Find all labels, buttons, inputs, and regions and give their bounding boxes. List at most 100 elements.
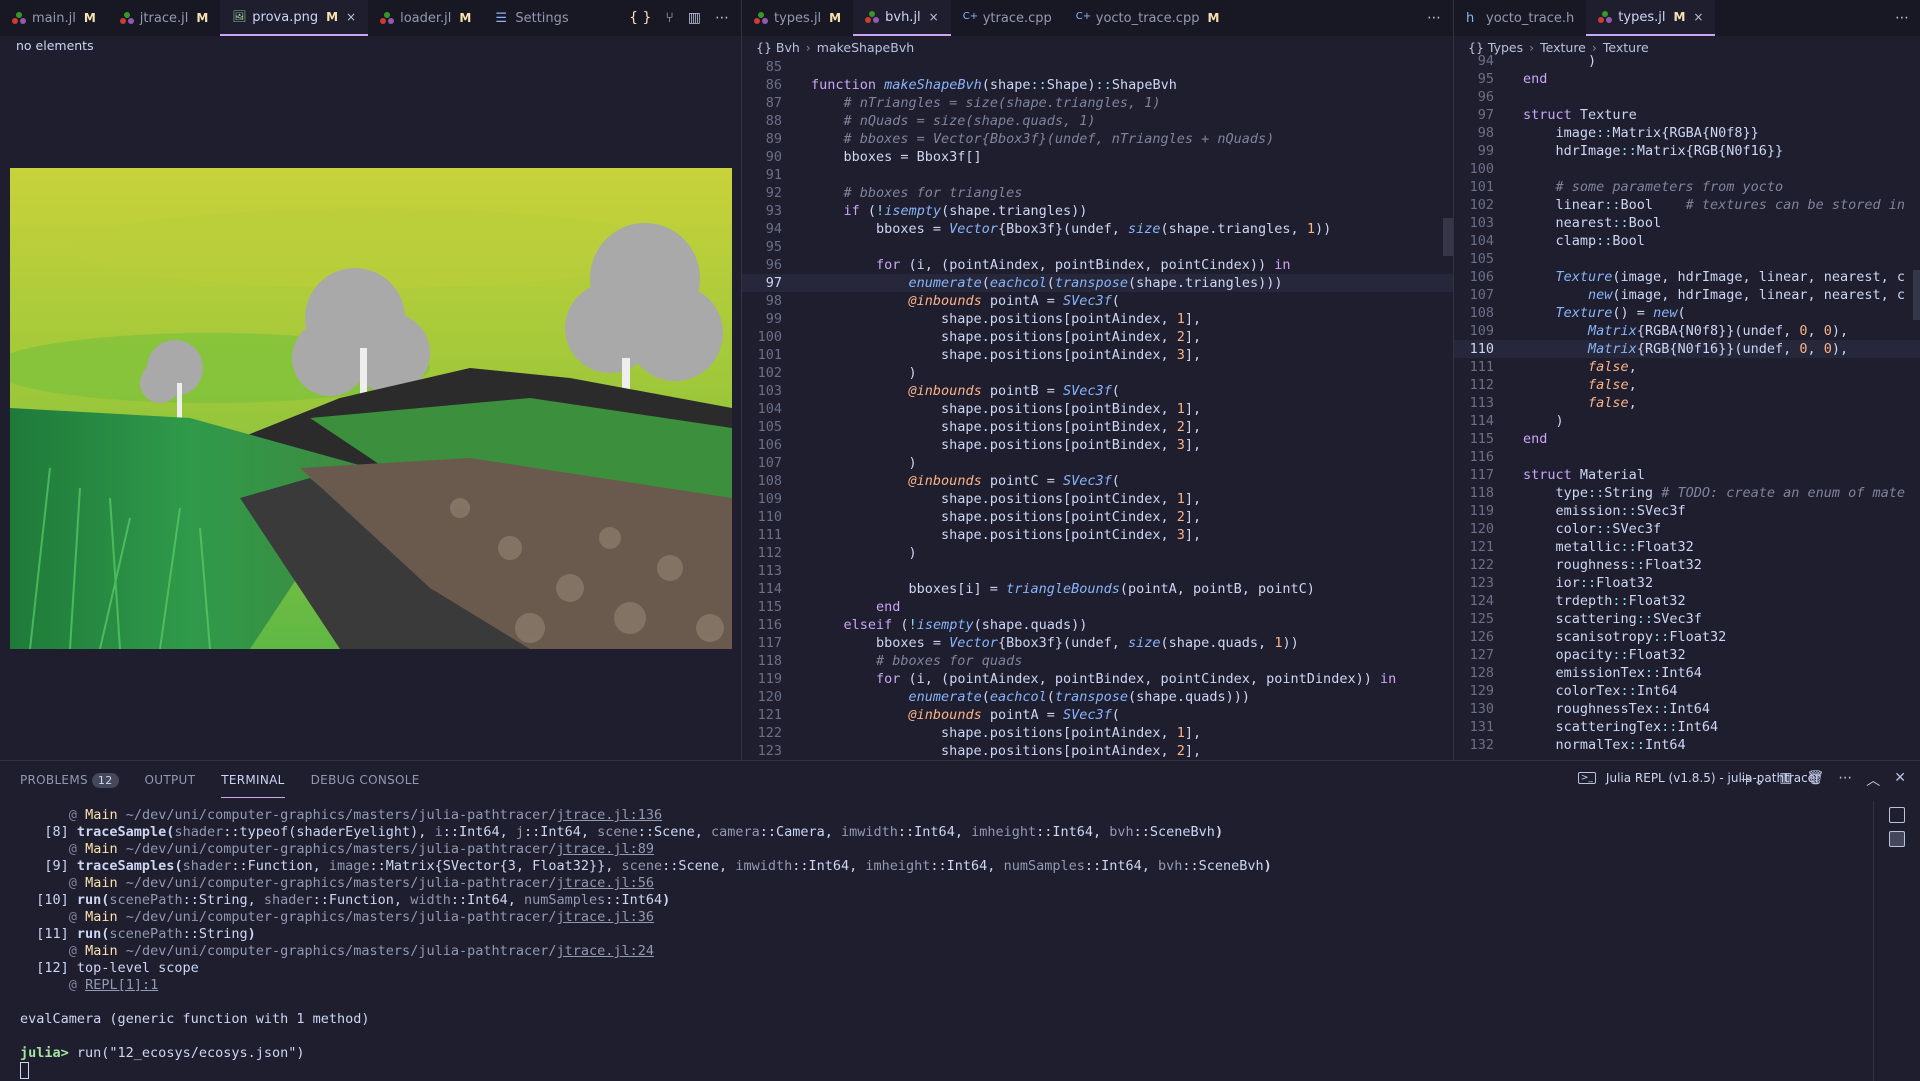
code-line[interactable]: 97 enumerate(eachcol(transpose(shape.tri… [742, 274, 1453, 292]
code-line[interactable]: 98 @inbounds pointA = SVec3f( [742, 292, 1453, 310]
code-line[interactable]: 90 bboxes = Bbox3f[] [742, 148, 1453, 166]
code-line[interactable]: 120 color::SVec3f [1454, 520, 1920, 538]
more-actions-icon[interactable]: ⋯ [1895, 10, 1909, 26]
code-line[interactable]: 118 type::String # TODO: create an enum … [1454, 484, 1920, 502]
code-line[interactable]: 124 trdepth::Float32 [1454, 592, 1920, 610]
code-line[interactable]: 102 ) [742, 364, 1453, 382]
code-line[interactable]: 113 [742, 562, 1453, 580]
code-line[interactable]: 106 Texture(image, hdrImage, linear, nea… [1454, 268, 1920, 286]
code-line[interactable]: 98 image::Matrix{RGBA{N0f8}} [1454, 124, 1920, 142]
code-line[interactable]: 115 end [742, 598, 1453, 616]
code-line[interactable]: 96 [1454, 88, 1920, 106]
tab-ytrace-cpp[interactable]: C+ ytrace.cpp [951, 0, 1064, 36]
trash-icon[interactable]: 🗑 [1806, 770, 1824, 790]
code-line[interactable]: 121 metallic::Float32 [1454, 538, 1920, 556]
code-line[interactable]: 111 false, [1454, 358, 1920, 376]
code-line[interactable]: 125 scattering::SVec3f [1454, 610, 1920, 628]
code-line[interactable]: 119 emission::SVec3f [1454, 502, 1920, 520]
tab-types-jl[interactable]: types.jl M [742, 0, 853, 36]
code-line[interactable]: 118 # bboxes for quads [742, 652, 1453, 670]
breadcrumb-item[interactable]: makeShapeBvh [817, 40, 914, 55]
more-actions-icon[interactable]: ⋯ [715, 10, 729, 26]
terminal-list-item[interactable] [1889, 807, 1905, 823]
close-icon[interactable]: × [346, 10, 356, 24]
code-line[interactable]: 94 bboxes = Vector{Bbox3f}(undef, size(s… [742, 220, 1453, 238]
code-line[interactable]: 104 shape.positions[pointBindex, 1], [742, 400, 1453, 418]
tab-loader-jl[interactable]: loader.jl M [368, 0, 483, 36]
code-line[interactable]: 132 normalTex::Int64 [1454, 736, 1920, 754]
code-line[interactable]: 107 new(image, hdrImage, linear, nearest… [1454, 286, 1920, 304]
code-line[interactable]: 105 [1454, 250, 1920, 268]
code-line[interactable]: 110 Matrix{RGB{N0f16}}(undef, 0, 0), [1454, 340, 1920, 358]
code-line[interactable]: 103 nearest::Bool [1454, 214, 1920, 232]
tab-settings[interactable]: ☰ Settings [483, 0, 580, 36]
code-line[interactable]: 100 [1454, 160, 1920, 178]
tab-types-jl[interactable]: types.jl M × [1586, 0, 1716, 36]
code-line[interactable]: 102 linear::Bool # textures can be store… [1454, 196, 1920, 214]
code-line[interactable]: 121 @inbounds pointA = SVec3f( [742, 706, 1453, 724]
code-line[interactable]: 99 hdrImage::Matrix{RGB{N0f16}} [1454, 142, 1920, 160]
code-editor[interactable]: 85 86 function makeShapeBvh(shape::Shape):… [742, 58, 1453, 760]
code-line[interactable]: 89 # bboxes = Vector{Bbox3f}(undef, nTri… [742, 130, 1453, 148]
tab-yocto-trace-cpp[interactable]: C+ yocto_trace.cpp M [1064, 0, 1232, 36]
panel-tab-output[interactable]: OUTPUT [145, 763, 196, 797]
more-actions-icon[interactable]: ⋯ [1838, 770, 1852, 790]
code-line[interactable]: 92 # bboxes for triangles [742, 184, 1453, 202]
code-line[interactable]: 86 function makeShapeBvh(shape::Shape)::S… [742, 76, 1453, 94]
terminal-output[interactable]: @ Main ~/dev/uni/computer-graphics/maste… [0, 803, 1872, 1081]
code-line[interactable]: 95 [742, 238, 1453, 256]
code-line[interactable]: 105 shape.positions[pointBindex, 2], [742, 418, 1453, 436]
code-line[interactable]: 122 roughness::Float32 [1454, 556, 1920, 574]
more-actions-icon[interactable]: ⋯ [1427, 10, 1441, 26]
code-line[interactable]: 95 end [1454, 70, 1920, 88]
panel-tab-terminal[interactable]: TERMINAL [221, 763, 285, 798]
code-line[interactable]: 129 colorTex::Int64 [1454, 682, 1920, 700]
code-line[interactable]: 109 Matrix{RGBA{N0f8}}(undef, 0, 0), [1454, 322, 1920, 340]
code-line[interactable]: 116 elseif (!isempty(shape.quads)) [742, 616, 1453, 634]
code-line[interactable]: 107 ) [742, 454, 1453, 472]
code-line[interactable]: 126 scanisotropy::Float32 [1454, 628, 1920, 646]
tab-main-jl[interactable]: main.jl M [0, 0, 108, 36]
code-line[interactable]: 114 bboxes[i] = triangleBounds(pointA, p… [742, 580, 1453, 598]
code-line[interactable]: 123 shape.positions[pointAindex, 2], [742, 742, 1453, 760]
maximize-panel-icon[interactable]: ︿ [1866, 770, 1880, 790]
code-line[interactable]: 127 opacity::Float32 [1454, 646, 1920, 664]
code-line[interactable]: 104 clamp::Bool [1454, 232, 1920, 250]
panel-tab-debug-console[interactable]: DEBUG CONSOLE [311, 763, 420, 797]
code-line[interactable]: 85 [742, 58, 1453, 76]
close-icon[interactable]: × [929, 10, 939, 24]
code-line[interactable]: 112 ) [742, 544, 1453, 562]
code-line[interactable]: 88 # nQuads = size(shape.quads, 1) [742, 112, 1453, 130]
code-line[interactable]: 100 shape.positions[pointAindex, 2], [742, 328, 1453, 346]
code-line[interactable]: 114 ) [1454, 412, 1920, 430]
code-line[interactable]: 93 if (!isempty(shape.triangles)) [742, 202, 1453, 220]
code-line[interactable]: 101 shape.positions[pointAindex, 3], [742, 346, 1453, 364]
panel-tab-problems[interactable]: PROBLEMS 12 [20, 763, 119, 798]
code-line[interactable]: 112 false, [1454, 376, 1920, 394]
code-line[interactable]: 101 # some parameters from yocto [1454, 178, 1920, 196]
code-line[interactable]: 110 shape.positions[pointCindex, 2], [742, 508, 1453, 526]
code-line[interactable]: 131 scatteringTex::Int64 [1454, 718, 1920, 736]
tab-bvh-jl[interactable]: bvh.jl × [853, 0, 951, 36]
tab-prova-png[interactable]: 🖼 prova.png M × [220, 0, 369, 36]
tab-yocto-trace-h[interactable]: h yocto_trace.h [1454, 0, 1586, 36]
code-line[interactable]: 113 false, [1454, 394, 1920, 412]
code-line[interactable]: 103 @inbounds pointB = SVec3f( [742, 382, 1453, 400]
code-line[interactable]: 119 for (i, (pointAindex, pointBindex, p… [742, 670, 1453, 688]
split-terminal-icon[interactable]: ▥ [1779, 770, 1792, 790]
code-line[interactable]: 130 roughnessTex::Int64 [1454, 700, 1920, 718]
close-panel-icon[interactable]: ✕ [1894, 770, 1906, 790]
code-line[interactable]: 115 end [1454, 430, 1920, 448]
split-editor-icon[interactable]: ▥ [688, 10, 701, 26]
code-line[interactable]: 109 shape.positions[pointCindex, 1], [742, 490, 1453, 508]
code-line[interactable]: 94 ) [1454, 52, 1920, 70]
code-line[interactable]: 120 enumerate(eachcol(transpose(shape.qu… [742, 688, 1453, 706]
code-line[interactable]: 99 shape.positions[pointAindex, 1], [742, 310, 1453, 328]
code-line[interactable]: 117 bboxes = Vector{Bbox3f}(undef, size(… [742, 634, 1453, 652]
code-line[interactable]: 128 emissionTex::Int64 [1454, 664, 1920, 682]
close-icon[interactable]: × [1693, 10, 1703, 24]
editor-scrollbar[interactable] [1443, 218, 1453, 256]
code-line[interactable]: 111 shape.positions[pointCindex, 3], [742, 526, 1453, 544]
code-line[interactable]: 87 # nTriangles = size(shape.triangles, … [742, 94, 1453, 112]
source-control-icon[interactable]: ⑂ [665, 10, 673, 26]
